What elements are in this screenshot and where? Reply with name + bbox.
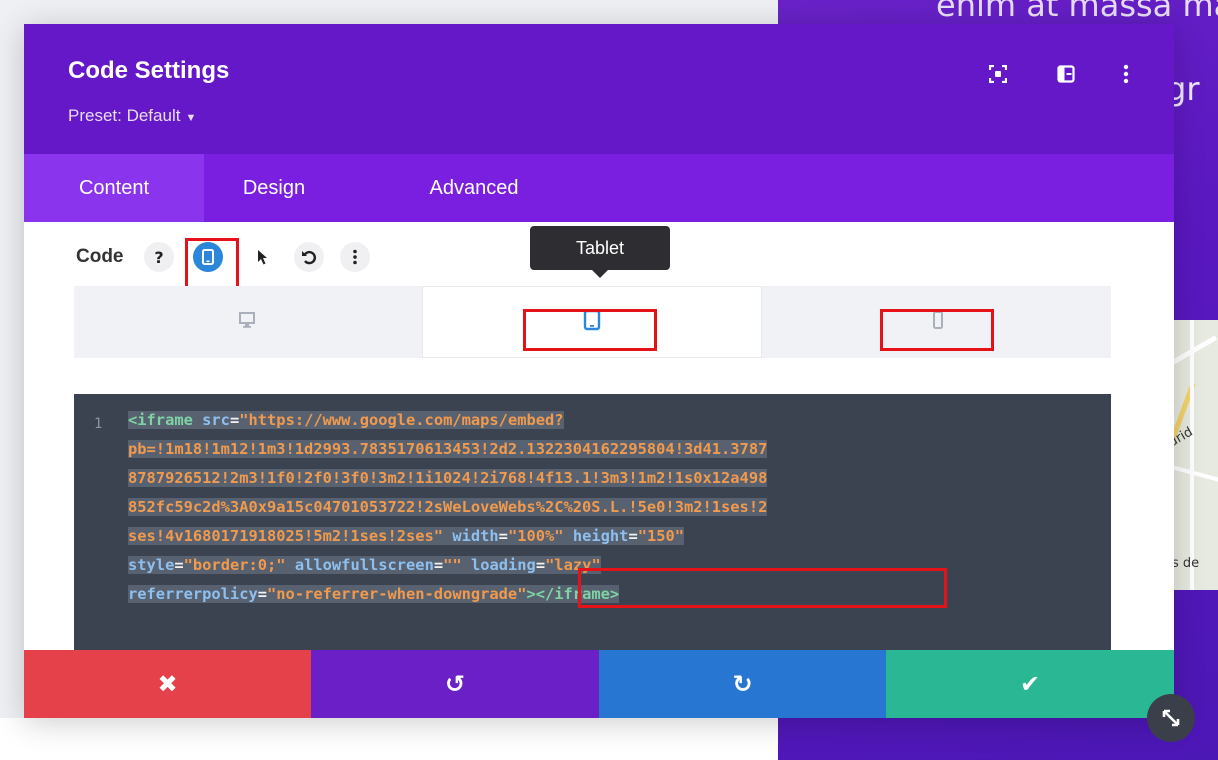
code-token: = [628,527,638,545]
code-token: 852fc59c2d%3A0x9a15c04701053722!2sWeLove… [128,498,768,516]
highlight-tablet-tab [523,309,657,351]
preset-label: Preset: Default [68,106,181,125]
page-background-bottom [0,718,780,760]
resize-arrows-icon [1162,709,1180,727]
code-token: = [498,527,508,545]
code-token: allowfullscreen [294,556,434,574]
highlight-responsive-toggle [185,238,239,290]
reset-icon[interactable] [294,242,324,272]
code-token: = [174,556,184,574]
tab-advanced[interactable]: Advanced [394,154,554,222]
code-line: 8787926512!2m3!1f0!2f0!3f0!3m2!1i1024!2i… [128,464,1068,493]
code-token: "https://www.google.com/maps/embed? [239,411,564,429]
code-token: = [433,556,444,574]
device-tab-desktop[interactable] [74,286,420,358]
modal-header: Code Settings Preset: Default ▼ [24,24,1174,154]
focus-icon[interactable] [986,62,1010,86]
modal-footer: ✖ ↺ ↻ ✔ [24,650,1174,718]
pointer-icon[interactable] [248,242,278,272]
undo-icon: ↺ [444,670,466,698]
options-icon[interactable] [340,242,370,272]
code-settings-modal: Code Settings Preset: Default ▼ Content D… [24,24,1174,718]
device-tooltip: Tablet [530,226,670,278]
code-token: = [257,585,268,603]
code-line: <iframe src="https://www.google.com/maps… [128,406,1068,435]
check-icon: ✔ [1019,670,1041,698]
tab-content[interactable]: Content [24,154,204,222]
redo-button[interactable]: ↻ [599,650,886,718]
code-token: referrerpolicy [128,585,258,603]
code-field-label: Code [76,246,124,267]
code-line: ses!4v1680171918025!5m2!1ses!2ses" width… [128,522,1068,551]
code-selection: <iframe src="https://www.google.com/maps… [128,411,564,429]
code-token: pb=!1m18!1m12!1m3!1d2993.7835170613453!2… [128,440,768,458]
code-line: pb=!1m18!1m12!1m3!1d2993.7835170613453!2… [128,435,1068,464]
code-token: "" [443,556,462,574]
modal-content: Code ? Tablet 1 <iframe src="https://www… [24,222,1174,650]
code-token: loading [470,556,536,574]
modal-tabs: Content Design Advanced [24,154,1174,222]
split-view-icon[interactable] [1054,62,1078,86]
code-token: ses!4v1680171918025!5m2!1ses!2ses" [128,527,444,545]
code-line: 852fc59c2d%3A0x9a15c04701053722!2sWeLove… [128,493,1068,522]
hero-heading-line1: enim at massa ma [936,0,1218,24]
code-selection: 852fc59c2d%3A0x9a15c04701053722!2sWeLove… [128,498,768,516]
caret-down-icon: ▼ [185,112,197,124]
code-token: style [128,556,175,574]
code-token: height [572,527,629,545]
tab-design[interactable]: Design [204,154,344,222]
highlight-width-height [578,568,947,608]
save-button[interactable]: ✔ [886,650,1174,718]
code-selection: style="border:0;" allowfullscreen="" loa… [128,556,601,574]
code-token: 8787926512!2m3!1f0!2f0!3f0!3m2!1i1024!2i… [128,469,768,487]
code-selection: pb=!1m18!1m12!1m3!1d2993.7835170613453!2… [128,440,768,458]
code-token: "border:0;" [183,556,286,574]
close-icon: ✖ [157,670,178,698]
code-editor[interactable]: 1 <iframe src="https://www.google.com/ma… [74,394,1111,650]
code-token: "150" [637,527,685,545]
preset-selector[interactable]: Preset: Default ▼ [68,106,196,126]
redo-icon: ↻ [732,670,753,698]
code-token: width [452,527,499,545]
code-token: "no-referrer-when-downgrade" [267,585,527,603]
more-vertical-icon[interactable] [1114,62,1138,86]
code-selection: 8787926512!2m3!1f0!2f0!3f0!3m2!1i1024!2i… [128,469,768,487]
desktop-icon [238,311,256,333]
code-selection: ses!4v1680171918025!5m2!1ses!2ses" width… [128,527,685,545]
highlight-phone-tab [880,309,994,351]
code-token: = [229,411,240,429]
code-token: "100%" [507,527,564,545]
code-token: src [202,411,230,429]
undo-button[interactable]: ↺ [311,650,599,718]
help-glyph: ? [154,247,164,267]
code-selection: referrerpolicy="no-referrer-when-downgra… [128,585,620,603]
resize-modal-button[interactable] [1147,694,1195,742]
help-icon[interactable]: ? [144,242,174,272]
discard-button[interactable]: ✖ [24,650,311,718]
code-token: = [535,556,546,574]
code-token: <iframe [128,411,203,429]
modal-title: Code Settings [68,57,230,84]
line-number: 1 [94,416,103,432]
